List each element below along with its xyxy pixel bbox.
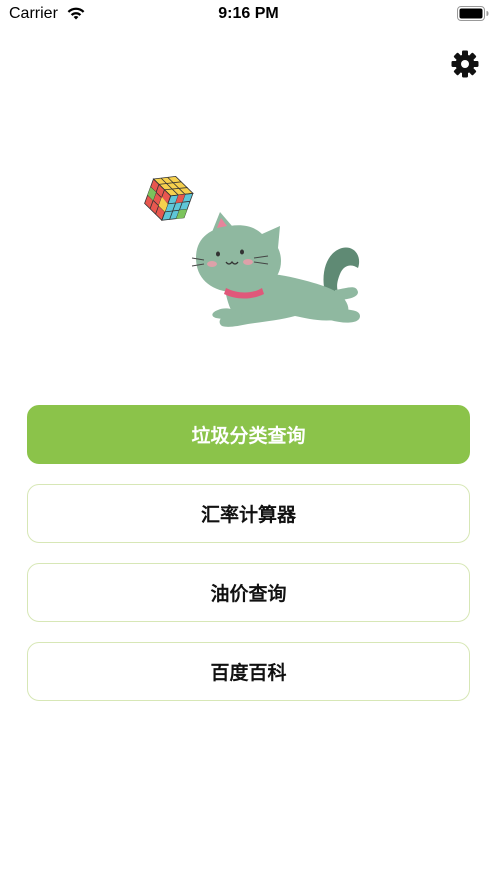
main-menu: 垃圾分类查询 汇率计算器 油价查询 百度百科 <box>27 405 470 721</box>
settings-button[interactable] <box>449 48 481 80</box>
app-screen: Carrier 9:16 PM 垃圾分类查询 汇率计算器 油价查询 百度百科 <box>0 0 497 883</box>
status-bar: Carrier 9:16 PM <box>0 0 497 30</box>
garbage-classification-button[interactable]: 垃圾分类查询 <box>27 405 470 464</box>
battery-icon <box>457 6 489 21</box>
status-time: 9:16 PM <box>218 5 279 22</box>
oil-price-query-button[interactable]: 油价查询 <box>27 563 470 622</box>
gear-icon <box>451 50 479 78</box>
baidu-baike-button[interactable]: 百度百科 <box>27 642 470 701</box>
rubiks-cube <box>144 175 194 222</box>
cat-illustration <box>144 175 360 327</box>
exchange-rate-calculator-button[interactable]: 汇率计算器 <box>27 484 470 543</box>
